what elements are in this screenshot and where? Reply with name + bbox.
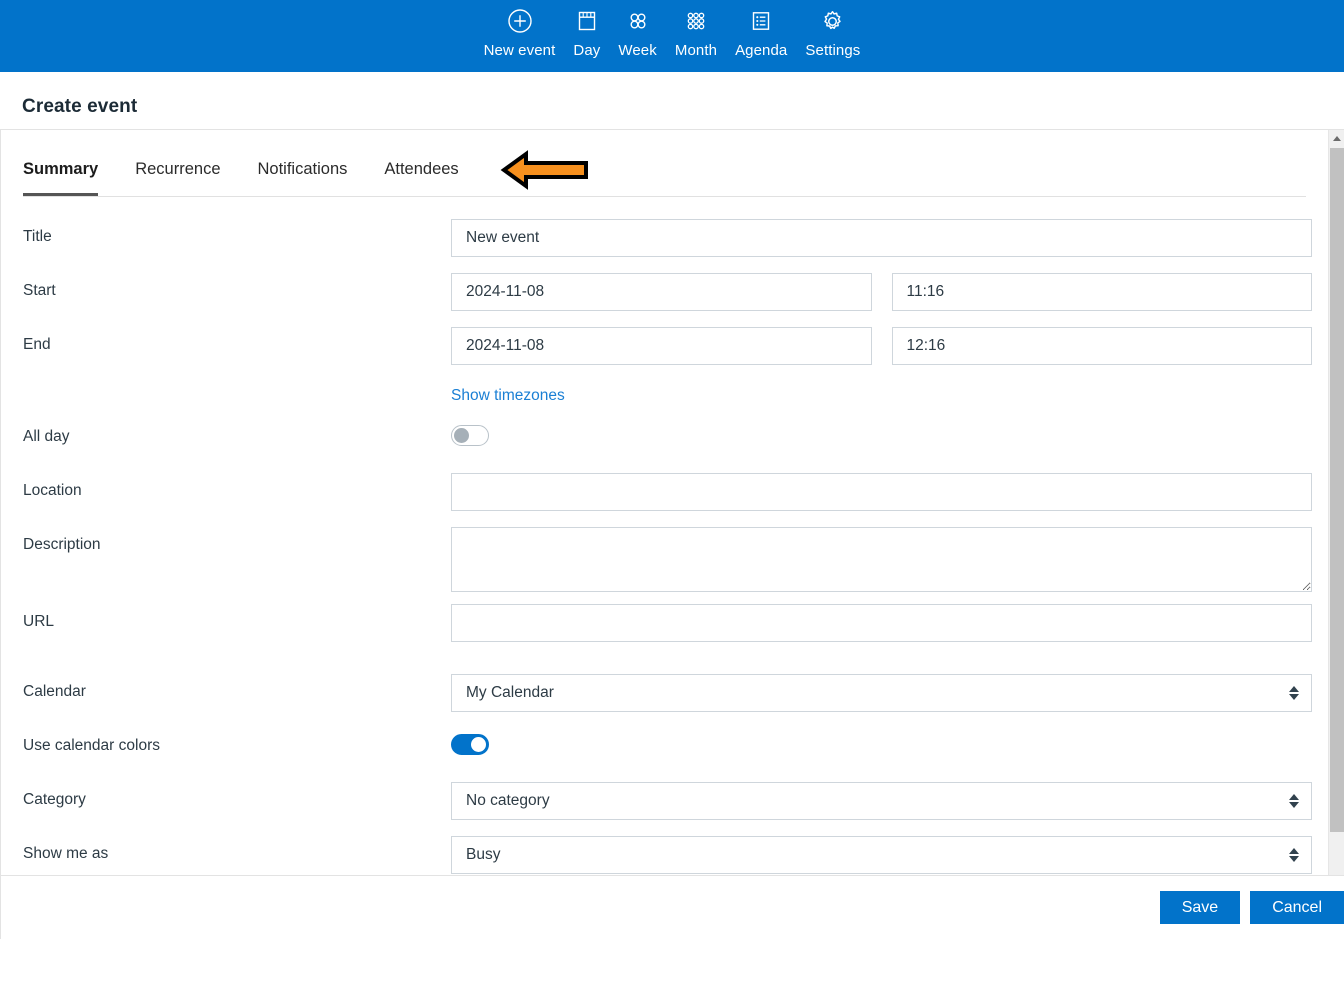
toolbar-item-day[interactable]: Day bbox=[564, 6, 609, 61]
top-toolbar: New event Day Week Month Agenda Settings bbox=[0, 0, 1344, 72]
chevron-updown-icon bbox=[1289, 686, 1299, 700]
toolbar-item-month[interactable]: Month bbox=[666, 6, 726, 61]
tab-bar: Summary Recurrence Notifications Attende… bbox=[23, 150, 1306, 197]
tab-summary[interactable]: Summary bbox=[23, 160, 98, 196]
use-calendar-colors-toggle[interactable] bbox=[451, 734, 489, 755]
start-label: Start bbox=[23, 282, 56, 299]
start-time-input[interactable] bbox=[891, 273, 1312, 311]
description-textarea[interactable] bbox=[451, 527, 1312, 592]
use-calendar-colors-label: Use calendar colors bbox=[23, 737, 160, 754]
toolbar-item-label: Week bbox=[618, 42, 657, 59]
show-me-as-label: Show me as bbox=[23, 845, 109, 862]
calendar-select[interactable]: My Calendar bbox=[451, 674, 1312, 712]
all-day-toggle[interactable] bbox=[451, 425, 489, 446]
location-label: Location bbox=[23, 482, 82, 499]
toolbar-item-agenda[interactable]: Agenda bbox=[726, 6, 796, 61]
toolbar-item-label: Day bbox=[573, 42, 601, 59]
location-input[interactable] bbox=[451, 473, 1312, 511]
show-timezones-link[interactable]: Show timezones bbox=[451, 387, 565, 405]
arrow-annotation-icon bbox=[500, 150, 588, 190]
all-day-label: All day bbox=[23, 428, 70, 445]
list-icon bbox=[749, 6, 773, 36]
content-frame: Summary Recurrence Notifications Attende… bbox=[0, 129, 1344, 939]
toolbar-item-label: Settings bbox=[805, 42, 861, 59]
page-title: Create event bbox=[22, 96, 138, 117]
form-row-end: End bbox=[1, 327, 1328, 381]
toolbar-item-label: New event bbox=[483, 42, 556, 59]
vertical-scrollbar[interactable] bbox=[1328, 130, 1344, 939]
toggle-knob bbox=[471, 737, 486, 752]
description-label: Description bbox=[23, 536, 101, 553]
tab-notifications[interactable]: Notifications bbox=[258, 160, 348, 196]
end-date-input[interactable] bbox=[451, 327, 872, 365]
cancel-button[interactable]: Cancel bbox=[1250, 891, 1344, 924]
url-input[interactable] bbox=[451, 604, 1312, 642]
form-row-calendar: Calendar My Calendar bbox=[1, 674, 1328, 728]
form-row-category: Category No category bbox=[1, 782, 1328, 836]
grid-2x2-icon bbox=[626, 6, 650, 36]
show-me-as-select[interactable]: Busy bbox=[451, 836, 1312, 874]
chevron-updown-icon bbox=[1289, 848, 1299, 862]
dialog-footer: Save Cancel bbox=[1, 875, 1344, 939]
category-select[interactable]: No category bbox=[451, 782, 1312, 820]
event-form: Title Start End bbox=[1, 219, 1328, 939]
grid-3x3-icon bbox=[684, 6, 708, 36]
toolbar-item-settings[interactable]: Settings bbox=[796, 6, 869, 61]
gear-icon bbox=[820, 6, 845, 36]
category-label: Category bbox=[23, 791, 86, 808]
scrollbar-up-button[interactable] bbox=[1329, 130, 1344, 146]
form-row-title: Title bbox=[1, 219, 1328, 273]
chevron-up-icon bbox=[1332, 135, 1341, 141]
tab-recurrence[interactable]: Recurrence bbox=[135, 160, 220, 196]
form-row-start: Start bbox=[1, 273, 1328, 327]
calendar-label: Calendar bbox=[23, 683, 86, 700]
tab-attendees[interactable]: Attendees bbox=[384, 160, 458, 196]
calendar-day-icon bbox=[575, 6, 599, 36]
toggle-knob bbox=[454, 428, 469, 443]
end-label: End bbox=[23, 336, 51, 353]
title-label: Title bbox=[23, 228, 52, 245]
chevron-updown-icon bbox=[1289, 794, 1299, 808]
scroll-area: Summary Recurrence Notifications Attende… bbox=[1, 130, 1328, 939]
toolbar-item-week[interactable]: Week bbox=[609, 6, 665, 61]
url-label: URL bbox=[23, 613, 55, 630]
calendar-select-value: My Calendar bbox=[466, 684, 554, 701]
category-select-value: No category bbox=[466, 792, 550, 809]
label-spacer bbox=[23, 387, 451, 405]
form-row-all-day: All day bbox=[1, 419, 1328, 473]
form-row-use-calendar-colors: Use calendar colors bbox=[1, 728, 1328, 782]
plus-circle-icon bbox=[507, 6, 533, 36]
show-me-as-select-value: Busy bbox=[466, 846, 501, 863]
end-time-input[interactable] bbox=[891, 327, 1312, 365]
scrollbar-thumb[interactable] bbox=[1330, 148, 1344, 832]
toolbar-item-label: Month bbox=[674, 42, 718, 59]
toolbar-item-new-event[interactable]: New event bbox=[475, 6, 565, 61]
title-input[interactable] bbox=[451, 219, 1312, 257]
toolbar-item-label: Agenda bbox=[735, 42, 788, 59]
form-row-timezones: Show timezones bbox=[1, 381, 1328, 419]
form-row-location: Location bbox=[1, 473, 1328, 527]
form-row-description: Description bbox=[1, 527, 1328, 592]
start-date-input[interactable] bbox=[451, 273, 872, 311]
save-button[interactable]: Save bbox=[1159, 891, 1241, 924]
form-row-url: URL bbox=[1, 604, 1328, 658]
